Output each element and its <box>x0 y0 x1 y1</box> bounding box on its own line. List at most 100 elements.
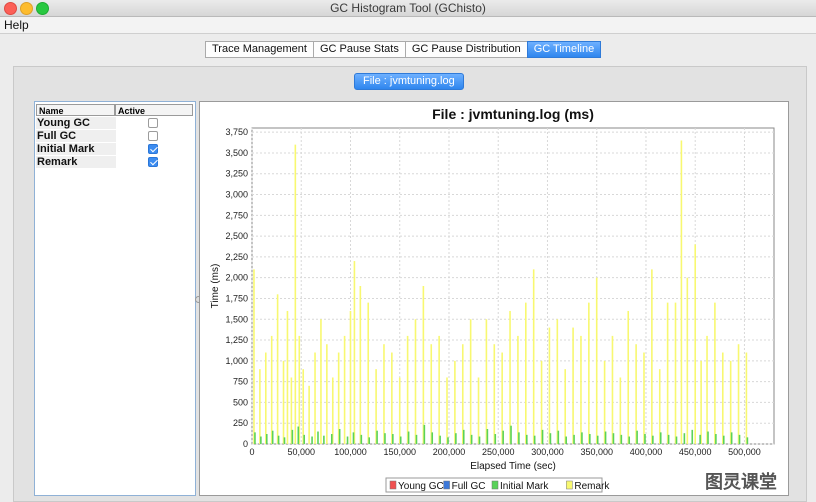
bar-initial-mark <box>730 432 733 444</box>
active-checkbox-remark[interactable] <box>148 157 158 167</box>
bar-remark <box>286 310 289 444</box>
y-tick-label: 500 <box>233 397 248 407</box>
bar-initial-mark <box>525 434 528 444</box>
bar-initial-mark <box>683 433 686 444</box>
bar-initial-mark <box>738 434 741 444</box>
bar-initial-mark <box>399 436 402 444</box>
table-row: Young GC <box>36 117 193 129</box>
bar-remark <box>643 352 645 444</box>
y-tick-label: 3,000 <box>225 190 248 200</box>
bar-initial-mark <box>478 436 481 444</box>
bar-remark <box>517 335 519 444</box>
menu-help[interactable]: Help <box>4 18 29 32</box>
bar-remark <box>737 344 740 444</box>
column-header-name[interactable]: Name <box>36 104 115 116</box>
bar-initial-mark <box>707 431 709 444</box>
row-name-young-gc: Young GC <box>36 117 116 129</box>
bar-remark <box>611 335 614 444</box>
bar-initial-mark <box>291 429 294 444</box>
column-header-active[interactable]: Active <box>115 104 193 116</box>
bar-remark <box>430 344 433 444</box>
bar-initial-mark <box>722 435 725 444</box>
bar-remark <box>302 369 305 444</box>
tab-trace-management[interactable]: Trace Management <box>205 41 313 58</box>
bar-remark <box>674 302 677 444</box>
bar-initial-mark <box>636 430 638 444</box>
bar-initial-mark <box>510 425 512 444</box>
bar-remark <box>282 360 285 444</box>
file-tab-button[interactable]: File : jvmtuning.log <box>354 73 464 90</box>
bar-initial-mark <box>455 433 457 444</box>
x-tick-label: 0 <box>249 447 254 457</box>
bar-remark <box>359 286 362 444</box>
row-name-remark: Remark <box>36 156 116 168</box>
bar-remark <box>729 360 732 444</box>
active-checkbox-young-gc[interactable] <box>148 118 158 128</box>
x-tick-label: 100,000 <box>334 447 367 457</box>
x-tick-label: 450,000 <box>679 447 712 457</box>
bar-initial-mark <box>462 429 465 444</box>
bar-remark <box>706 335 708 444</box>
bar-remark <box>595 277 598 444</box>
y-tick-label: 0 <box>243 439 248 449</box>
window-title: GC Histogram Tool (GChisto) <box>330 1 486 15</box>
bar-remark <box>714 302 716 444</box>
bar-initial-mark <box>486 429 489 444</box>
tab-gc-pause-stats[interactable]: GC Pause Stats <box>312 41 405 58</box>
legend-swatch-young-gc <box>389 480 397 490</box>
bar-remark <box>253 269 255 444</box>
bar-initial-mark <box>431 432 434 444</box>
bar-initial-mark <box>652 435 654 444</box>
bar-initial-mark <box>254 432 256 444</box>
legend-label-initial-mark: Initial Mark <box>500 481 549 492</box>
active-checkbox-full-gc[interactable] <box>148 131 158 141</box>
bar-initial-mark <box>392 434 394 444</box>
bar-initial-mark <box>675 436 678 444</box>
bar-initial-mark <box>699 434 701 444</box>
bar-remark <box>308 385 310 444</box>
bar-remark <box>406 335 409 444</box>
bar-initial-mark <box>415 434 418 444</box>
x-tick-label: 50,000 <box>287 447 315 457</box>
tab-bar: Trace Management GC Pause Stats GC Pause… <box>205 41 602 58</box>
bar-initial-mark <box>323 435 325 444</box>
watermark-logo: 图灵课堂 <box>705 472 777 492</box>
chart-title: File : jvmtuning.log (ms) <box>432 106 594 122</box>
bar-remark <box>548 327 551 444</box>
bar-remark <box>651 269 653 444</box>
bar-initial-mark <box>368 437 371 444</box>
bar-initial-mark <box>277 435 280 444</box>
tab-gc-pause-distribution[interactable]: GC Pause Distribution <box>404 41 527 58</box>
active-checkbox-initial-mark[interactable] <box>148 144 158 154</box>
bar-remark <box>469 319 472 444</box>
bar-initial-mark <box>447 437 449 444</box>
y-tick-label: 2,750 <box>225 210 248 220</box>
bar-remark <box>270 335 273 444</box>
chart-panel: File : jvmtuning.log (ms) 0 250 500 750 1,000… <box>199 101 789 496</box>
tab-gc-timeline[interactable]: GC Timeline <box>526 41 602 58</box>
bar-initial-mark <box>271 430 274 444</box>
table-row: Full GC <box>36 130 193 142</box>
bar-remark <box>493 344 496 444</box>
bar-initial-mark <box>659 432 662 444</box>
y-tick-label: 2,500 <box>225 231 248 241</box>
menu-bar: Help <box>0 17 816 34</box>
bar-initial-mark <box>644 434 646 444</box>
bar-initial-mark <box>533 435 536 444</box>
bar-remark <box>635 344 637 444</box>
bar-remark <box>700 360 702 444</box>
y-tick-label: 3,500 <box>225 148 248 158</box>
bar-remark <box>525 302 527 444</box>
bar-remark <box>532 269 535 444</box>
gc-type-table: Name Active Young GC Full GC Initial Mar… <box>34 101 196 496</box>
bar-initial-mark <box>549 433 552 444</box>
bar-initial-mark <box>612 433 615 444</box>
bar-remark <box>422 286 425 444</box>
bar-remark <box>343 335 346 444</box>
legend-label-young-gc: Young GC <box>398 481 444 492</box>
y-tick-label: 3,750 <box>225 127 248 137</box>
bar-initial-mark <box>384 433 386 444</box>
x-tick-label: 400,000 <box>630 447 663 457</box>
bar-initial-mark <box>715 434 717 444</box>
y-tick-label: 1,750 <box>225 293 248 303</box>
